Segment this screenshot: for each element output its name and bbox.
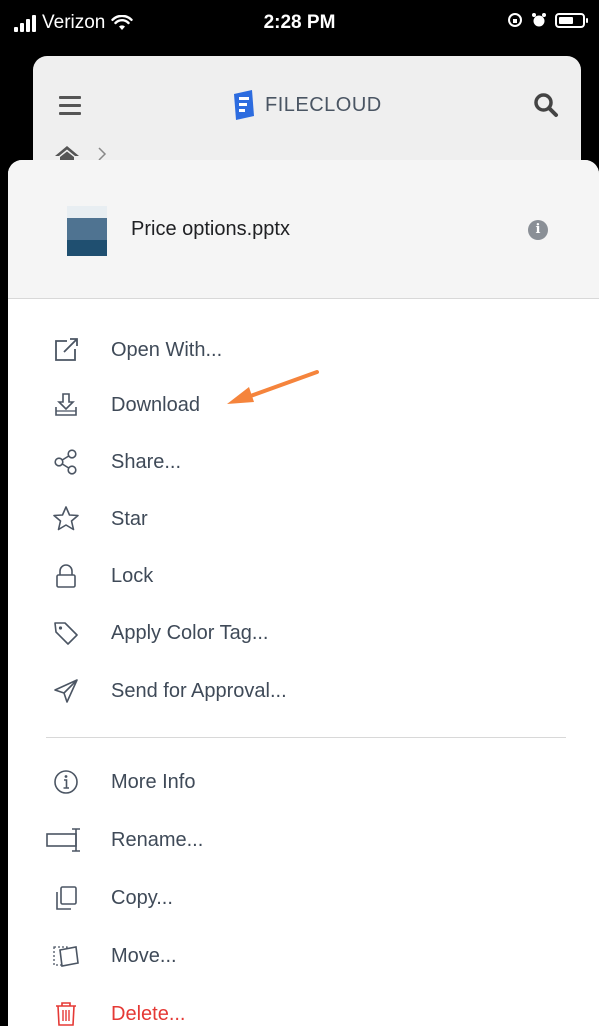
file-header: Price options.pptx i — [8, 160, 599, 299]
download-icon — [46, 385, 86, 425]
rename-icon — [46, 820, 86, 860]
menu-item-open-with[interactable]: Open With... — [46, 330, 222, 370]
trash-icon — [46, 994, 86, 1026]
menu-item-delete[interactable]: Delete... — [46, 994, 185, 1026]
battery-icon — [555, 12, 588, 28]
menu-item-label: Star — [111, 507, 148, 530]
menu-item-label: Lock — [111, 564, 154, 587]
menu-icon[interactable] — [59, 96, 81, 120]
alarm-icon — [532, 13, 546, 27]
menu-item-apply-color-tag[interactable]: Apply Color Tag... — [46, 613, 269, 653]
menu-item-label: Send for Approval... — [111, 679, 287, 702]
brand-text: FILECLOUD — [265, 93, 382, 116]
filecloud-logo-icon — [234, 90, 254, 120]
star-icon — [46, 499, 86, 539]
rotation-lock-icon — [508, 13, 522, 27]
menu-item-copy[interactable]: Copy... — [46, 878, 173, 918]
action-sheet: Price options.pptx i Open With... Downlo… — [8, 160, 599, 1026]
menu-item-star[interactable]: Star — [46, 499, 148, 539]
brand-logo: FILECLOUD — [231, 88, 382, 122]
annotation-arrow-icon — [227, 370, 319, 404]
menu-item-download[interactable]: Download — [46, 385, 200, 425]
menu-item-label: Rename... — [111, 828, 204, 851]
divider — [46, 737, 566, 738]
menu-item-label: Delete... — [111, 1002, 186, 1025]
menu-item-label: Apply Color Tag... — [111, 621, 269, 644]
status-right — [507, 12, 588, 28]
menu-item-label: Share... — [111, 450, 182, 473]
copy-icon — [46, 878, 86, 918]
menu-item-send-for-approval[interactable]: Send for Approval... — [46, 671, 287, 711]
file-info-icon[interactable]: i — [528, 220, 548, 240]
search-icon[interactable] — [533, 92, 559, 118]
menu-item-rename[interactable]: Rename... — [46, 820, 203, 860]
menu-item-more-info[interactable]: More Info — [46, 762, 195, 802]
info-icon — [46, 762, 86, 802]
status-bar: Verizon 2:28 PM — [0, 0, 599, 48]
menu-item-label: Copy... — [111, 886, 173, 909]
menu-item-label: Move... — [111, 944, 177, 967]
tag-icon — [46, 613, 86, 653]
menu-item-lock[interactable]: Lock — [46, 556, 153, 596]
lock-icon — [46, 556, 86, 596]
open-with-icon — [46, 330, 86, 370]
move-icon — [46, 936, 86, 976]
send-icon — [46, 671, 86, 711]
share-icon — [46, 442, 86, 482]
menu-item-move[interactable]: Move... — [46, 936, 177, 976]
menu-item-label: More Info — [111, 770, 196, 793]
file-thumbnail — [67, 206, 107, 256]
menu-item-label: Download — [111, 393, 200, 416]
file-name: Price options.pptx — [131, 218, 290, 240]
menu-item-share[interactable]: Share... — [46, 442, 181, 482]
menu-item-label: Open With... — [111, 338, 223, 361]
